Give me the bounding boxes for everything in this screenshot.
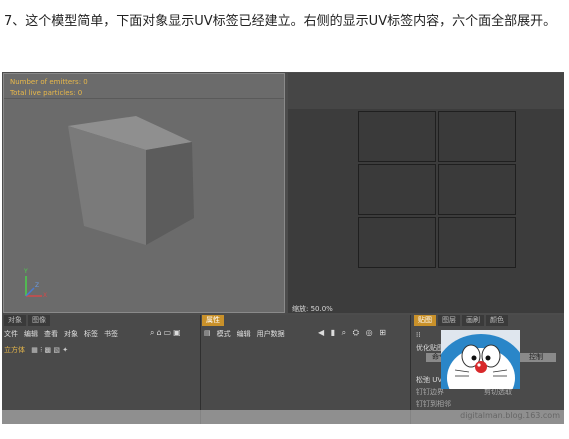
attribute-tool-icons[interactable]: ◀ ▮ ⌕ ⛭ ◎ ⊞ (318, 328, 388, 338)
menu-edit[interactable]: 编辑 (24, 329, 38, 339)
particles-stat: Total live particles: 0 (10, 89, 83, 97)
watermark-text: digitalman.blog.163.com (460, 411, 560, 420)
menu-bookmark[interactable]: 书签 (104, 329, 118, 339)
tab-images[interactable]: 图像 (28, 315, 50, 326)
uv-toolbar (288, 73, 564, 109)
attribute-tabs: 属性 (202, 315, 224, 326)
menu-object[interactable]: 对象 (64, 329, 78, 339)
panel-divider (410, 315, 411, 424)
uv-face[interactable] (358, 217, 436, 268)
cube-model[interactable] (54, 114, 214, 254)
menu-mode[interactable]: 模式 (217, 329, 231, 339)
axis-x-label: X (43, 292, 48, 299)
control-button[interactable]: 控制 (516, 353, 556, 362)
uv-face[interactable] (438, 217, 516, 268)
panel-divider (200, 315, 201, 424)
uv-face[interactable] (358, 164, 436, 215)
tab-attributes[interactable]: 属性 (202, 315, 224, 326)
stat-divider (4, 98, 284, 99)
zoom-readout: 缩放: 50.0% (292, 305, 333, 313)
caption-text: 7、这个模型简单，下面对象显示UV标签已经建立。右侧的显示UV标签内容，六个面全… (4, 14, 557, 29)
tab-color[interactable]: 颜色 (486, 315, 508, 326)
axis-y-label: Y (24, 268, 28, 275)
object-tool-icons[interactable]: ⌕⌂▭▣ (150, 328, 183, 338)
menu-file[interactable]: 文件 (4, 329, 18, 339)
perspective-viewport[interactable]: Number of emitters: 0 Total live particl… (3, 73, 285, 313)
emitters-stat: Number of emitters: 0 (10, 78, 88, 86)
pin-border-option[interactable]: 钉钉边界 (416, 387, 444, 397)
attribute-menubar: ▤ 模式 编辑 用户数据 (204, 329, 285, 339)
pin-neighbor-option[interactable]: 钉钉到相邻 (416, 399, 451, 409)
attr-panel-icon: ▤ (204, 329, 211, 337)
uv-layout (358, 111, 518, 271)
menu-tag[interactable]: 标签 (84, 329, 98, 339)
object-tabs: 对象 图像 (4, 315, 50, 326)
panel-grip-icon: ⁞⁞ (416, 331, 421, 339)
menu-attr-edit[interactable]: 编辑 (237, 329, 251, 339)
uv-tag-icons[interactable]: ▦ ⁝ ▩ ▧ ✦ (31, 346, 68, 354)
uv-face[interactable] (438, 111, 516, 162)
doraemon-picture (441, 330, 520, 389)
tab-layers[interactable]: 图层 (438, 315, 460, 326)
axis-gizmo: Y Z X (14, 268, 54, 304)
tab-texture[interactable]: 贴图 (414, 315, 436, 326)
object-name[interactable]: 立方体 (4, 346, 25, 354)
uv-tools-tabs: 贴图 图层 画刷 颜色 (414, 315, 508, 326)
uv-face[interactable] (358, 111, 436, 162)
uv-face[interactable] (438, 164, 516, 215)
relax-uv-label[interactable]: 松弛 UV (416, 375, 442, 385)
object-menubar: 文件 编辑 查看 对象 标签 书签 (4, 329, 118, 339)
menu-view[interactable]: 查看 (44, 329, 58, 339)
axis-z-label: Z (35, 282, 40, 289)
optimize-uv-label[interactable]: 优化贴图 (416, 343, 444, 353)
uv-viewport[interactable] (288, 73, 564, 313)
tab-brush[interactable]: 画刷 (462, 315, 484, 326)
tab-objects[interactable]: 对象 (4, 315, 26, 326)
object-row[interactable]: 立方体 ▦ ⁝ ▩ ▧ ✦ (4, 345, 68, 355)
menu-user-data[interactable]: 用户数据 (257, 329, 285, 339)
